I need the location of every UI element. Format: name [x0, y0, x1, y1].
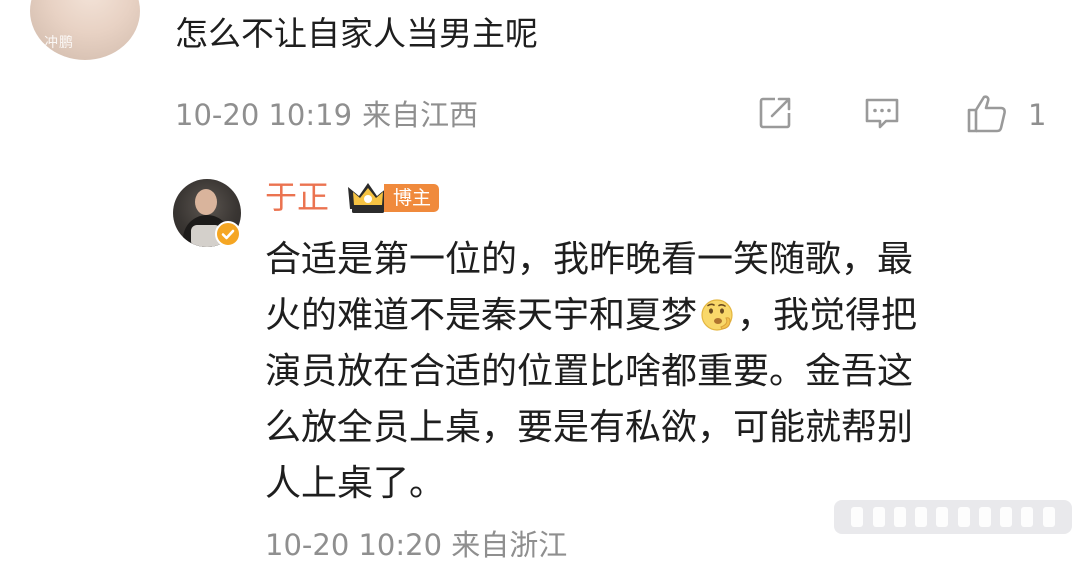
- reply-text-segment: 火的难道不是秦天宇和夏梦: [265, 295, 698, 336]
- comment-location: 来自江西: [362, 98, 479, 132]
- reply-text-line: 演员放在合适的位置比啥都重要。金吾这: [265, 351, 914, 392]
- watermark-mark: [872, 507, 885, 527]
- blogger-badge: 博主: [384, 184, 440, 212]
- comment-meta-row: 10-20 10:19 来自江西 1: [175, 93, 1055, 137]
- watermark-mark: [851, 507, 864, 527]
- reply-text: 合适是第一位的，我昨晚看一笑随歌，最 火的难道不是秦天宇和夏梦 ，我觉得把 演员…: [265, 232, 1035, 512]
- watermark-mark: [936, 507, 949, 527]
- reply-author-name[interactable]: 于正: [265, 176, 329, 218]
- watermark: [834, 500, 1072, 534]
- comment-icon[interactable]: [862, 93, 902, 133]
- watermark-mark: [957, 507, 970, 527]
- share-icon[interactable]: [755, 93, 795, 133]
- thumbs-up-icon[interactable]: [965, 93, 1006, 133]
- watermark-mark: [915, 507, 928, 527]
- thinking-emoji-icon: [699, 297, 735, 333]
- reply-text-line: 么放全员上桌，要是有私欲，可能就帮别: [265, 407, 914, 448]
- comment-text: 怎么不让自家人当男主呢: [175, 14, 538, 53]
- reply-text-line: 合适是第一位的，我昨晚看一笑随歌，最: [265, 239, 914, 280]
- reply-meta: 10-20 10:20 来自浙江: [265, 528, 568, 562]
- avatar-face: [195, 189, 217, 215]
- comment-time: 10-20 10:19: [175, 98, 353, 132]
- watermark-mark: [1021, 507, 1034, 527]
- watermark-mark: [893, 507, 906, 527]
- watermark-mark: [978, 507, 991, 527]
- watermark-mark: [1000, 507, 1013, 527]
- reply-text-line: 火的难道不是秦天宇和夏梦 ，我觉得把: [265, 288, 1035, 344]
- like-count: 1: [1028, 98, 1047, 132]
- avatar-caption: 冲鹏: [44, 35, 74, 51]
- commenter-avatar[interactable]: 冲鹏: [30, 0, 140, 60]
- comment-meta: 10-20 10:19 来自江西: [175, 97, 478, 133]
- watermark-mark: [1042, 507, 1055, 527]
- reply-text-segment: ，我觉得把: [737, 295, 918, 336]
- verified-icon: [215, 221, 241, 247]
